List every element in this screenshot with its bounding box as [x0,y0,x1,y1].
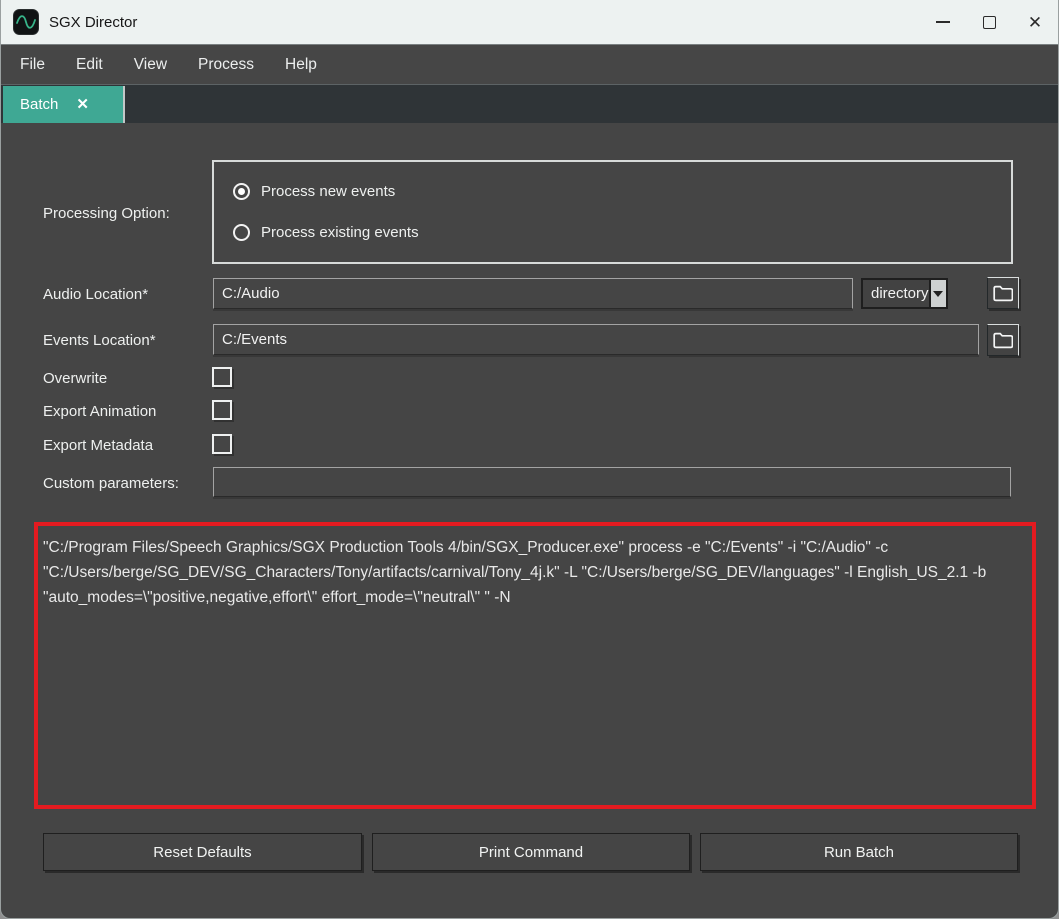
print-command-button[interactable]: Print Command [372,833,690,871]
radio-new-events-label: Process new events [261,183,395,200]
export-metadata-checkbox[interactable] [212,434,232,454]
menu-view[interactable]: View [129,56,172,74]
radio-dot [238,188,245,195]
menu-process[interactable]: Process [193,56,259,74]
radio-row-existing-events: Process existing events [233,224,419,241]
processing-option-group: Process new events Process existing even… [212,160,1013,264]
audio-location-type-select[interactable]: directory [861,278,948,309]
radio-row-new-events: Process new events [233,183,395,200]
app-window: SGX Director ✕ File Edit View Process He… [0,0,1059,919]
window-controls: ✕ [920,0,1058,44]
minimize-icon [936,21,950,23]
menubar: File Edit View Process Help [1,44,1058,84]
audio-location-browse-button[interactable] [987,277,1019,309]
overwrite-checkbox[interactable] [212,367,232,387]
titlebar: SGX Director ✕ [1,0,1058,44]
chevron-down-icon [933,291,943,297]
menu-help[interactable]: Help [280,56,322,74]
export-animation-label: Export Animation [43,403,156,420]
tab-close-icon[interactable]: ✕ [76,97,89,112]
export-metadata-label: Export Metadata [43,437,153,454]
minimize-button[interactable] [920,0,966,44]
close-icon: ✕ [1028,14,1042,31]
folder-icon [993,332,1013,349]
menu-file[interactable]: File [15,56,50,74]
radio-existing-events-label: Process existing events [261,224,419,241]
menu-edit[interactable]: Edit [71,56,108,74]
audio-location-label: Audio Location* [43,286,148,303]
audio-location-input[interactable] [213,278,853,309]
overwrite-label: Overwrite [43,370,107,387]
app-logo-icon [13,9,39,35]
events-location-browse-button[interactable] [987,324,1019,356]
processing-option-label: Processing Option: [43,205,170,222]
maximize-button[interactable] [966,0,1012,44]
command-preview[interactable]: "C:/Program Files/Speech Graphics/SGX Pr… [34,522,1036,809]
combo-selected-value: directory [863,285,929,302]
export-animation-checkbox[interactable] [212,400,232,420]
window-title: SGX Director [49,14,137,31]
close-button[interactable]: ✕ [1012,0,1058,44]
run-batch-button[interactable]: Run Batch [700,833,1018,871]
combo-dropdown-button[interactable] [929,280,946,307]
radio-dot [238,229,245,236]
folder-icon [993,285,1013,302]
events-location-label: Events Location* [43,332,156,349]
events-location-input[interactable] [213,324,979,355]
tab-batch[interactable]: Batch ✕ [3,86,123,123]
custom-parameters-input[interactable] [213,467,1011,497]
radio-process-existing-events[interactable] [233,224,250,241]
tabbar: Batch ✕ [1,84,1058,123]
tab-batch-label: Batch [20,96,58,113]
radio-process-new-events[interactable] [233,183,250,200]
tab-separator [123,86,125,123]
reset-defaults-button[interactable]: Reset Defaults [43,833,362,871]
custom-parameters-label: Custom parameters: [43,475,179,492]
maximize-icon [983,16,996,29]
